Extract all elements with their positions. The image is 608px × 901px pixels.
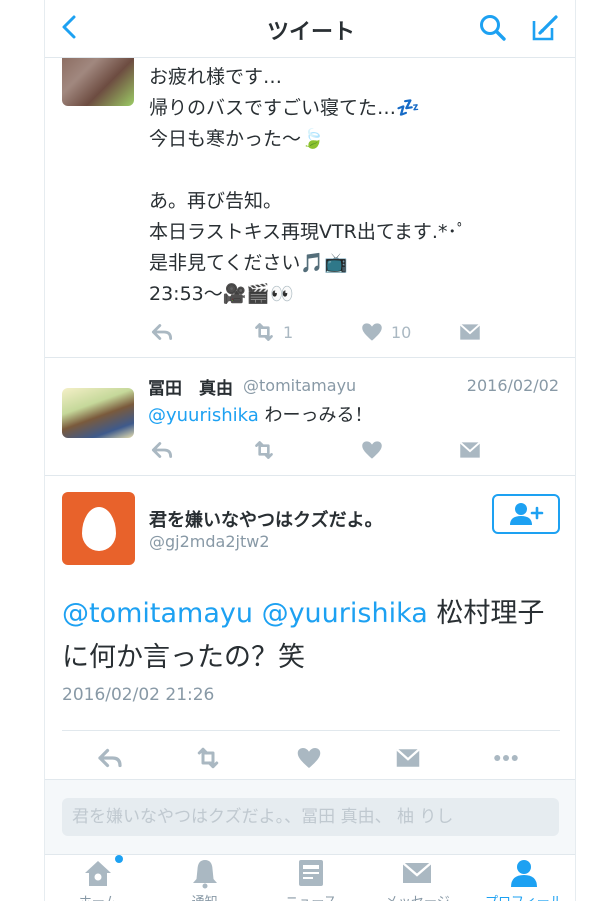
add-user-icon [510, 503, 544, 525]
tab-label: ホーム [45, 891, 151, 901]
heart-icon [294, 743, 324, 773]
envelope-icon [457, 437, 483, 463]
reply-bar [45, 780, 575, 854]
user-handle[interactable]: @tomitamayu [243, 376, 356, 395]
mention-link[interactable]: @tomitamayu [62, 598, 253, 629]
tab-label: ニュース [258, 891, 364, 901]
reply-button[interactable] [95, 744, 125, 772]
tweet-detail-screen: ツイート お疲れ様です… 帰りのバスですごい寝てた…💤 今日も寒かった〜🍃 あ。… [44, 0, 576, 901]
reply-icon [95, 743, 125, 773]
user-handle[interactable]: @gj2mda2jtw2 [149, 532, 270, 551]
retweet-count: 1 [283, 322, 294, 342]
tweet-text: @tomitamayu @yuurishika 松村理子に何か言ったの？笑 [62, 592, 562, 680]
compose-icon[interactable] [529, 12, 561, 44]
reply-icon [149, 437, 175, 463]
direct-message-button[interactable] [457, 318, 483, 346]
tweet-text-body: わーっみる！ [258, 405, 373, 426]
notification-dot [115, 855, 123, 863]
reply-button[interactable] [149, 318, 175, 346]
bell-icon [192, 860, 217, 889]
like-button[interactable]: 10 [359, 318, 411, 346]
retweet-button[interactable]: 1 [251, 318, 293, 346]
bottom-tab-bar: ホーム 通知 ニュース メッセージ プロフィール [45, 854, 575, 901]
like-button[interactable] [359, 436, 385, 464]
envelope-icon [402, 862, 433, 883]
heart-icon [359, 437, 385, 463]
more-icon [491, 743, 521, 773]
reply-input[interactable] [62, 798, 559, 836]
display-name[interactable]: 君を嫌いなやつはクズだよ。 [149, 506, 383, 532]
like-count: 10 [391, 322, 412, 342]
retweet-icon [251, 437, 277, 463]
envelope-icon [457, 319, 483, 345]
tab-messages[interactable]: メッセージ [364, 855, 470, 901]
mention-link[interactable]: @yuurishika [262, 598, 428, 629]
focused-tweet: 君を嫌いなやつはクズだよ。 @gj2mda2jtw2 @tomitamayu @… [45, 476, 576, 780]
search-icon[interactable] [477, 12, 509, 44]
left-margin [0, 0, 44, 901]
tweet-timestamp: 2016/02/02 21:26 [62, 685, 215, 705]
avatar[interactable] [62, 388, 134, 438]
tab-home[interactable]: ホーム [45, 855, 151, 901]
conversation-tweet-2[interactable]: 冨田 真由 @tomitamayu 2016/02/02 @yuurishika… [45, 358, 575, 476]
tweet-actions [45, 744, 576, 776]
egg-icon [81, 506, 116, 551]
envelope-icon [393, 743, 423, 773]
news-icon [299, 860, 324, 886]
reply-icon [149, 319, 175, 345]
avatar[interactable] [62, 58, 134, 106]
avatar[interactable] [62, 492, 135, 565]
home-icon [85, 861, 112, 886]
conversation-tweet-1[interactable]: お疲れ様です… 帰りのバスですごい寝てた…💤 今日も寒かった〜🍃 あ。再び告知。… [45, 58, 575, 358]
direct-message-button[interactable] [393, 744, 423, 772]
retweet-button[interactable] [251, 436, 277, 464]
tab-label: メッセージ [364, 891, 470, 901]
tweet-date: 2016/02/02 [466, 376, 559, 395]
follow-button[interactable] [492, 494, 560, 534]
tab-label: プロフィール [471, 891, 575, 901]
tweet-text: お疲れ様です… 帰りのバスですごい寝てた…💤 今日も寒かった〜🍃 あ。再び告知。… [149, 66, 467, 305]
tweet-text: @yuurishika わーっみる！ [148, 401, 373, 427]
top-navigation-bar: ツイート [45, 0, 575, 58]
more-button[interactable] [491, 744, 521, 772]
tab-news[interactable]: ニュース [258, 855, 364, 901]
tab-label: 通知 [151, 891, 257, 901]
tab-profile[interactable]: プロフィール [471, 855, 575, 901]
reply-button[interactable] [149, 436, 175, 464]
retweet-icon [251, 319, 277, 345]
tweet-actions: 1 10 [149, 318, 569, 346]
retweet-button[interactable] [193, 744, 223, 772]
tweet-actions [149, 436, 569, 464]
person-icon [510, 860, 537, 887]
retweet-icon [193, 743, 223, 773]
tab-notifications[interactable]: 通知 [151, 855, 257, 901]
divider [62, 730, 560, 731]
heart-icon [359, 319, 385, 345]
direct-message-button[interactable] [457, 436, 483, 464]
mention-link[interactable]: @yuurishika [148, 405, 259, 426]
right-margin [576, 0, 608, 901]
like-button[interactable] [294, 744, 324, 772]
display-name[interactable]: 冨田 真由 [148, 374, 233, 399]
